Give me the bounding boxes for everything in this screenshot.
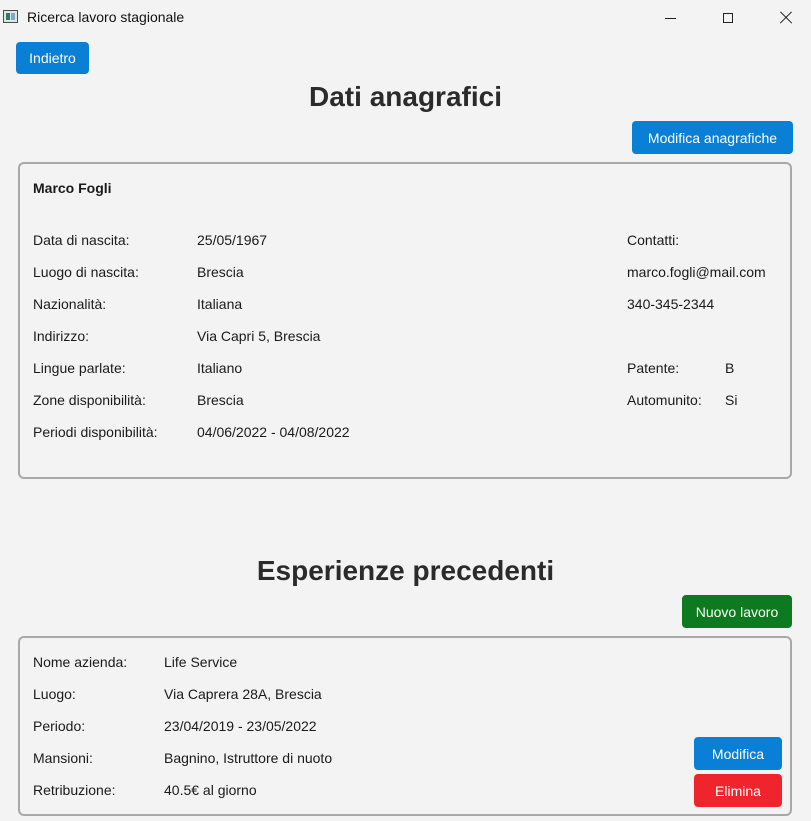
field-label: Mansioni: — [33, 750, 93, 766]
company-value: Life Service — [164, 654, 238, 670]
minimize-button[interactable] — [644, 0, 696, 36]
address-value: Via Capri 5, Brescia — [197, 328, 321, 344]
car-value: Si — [725, 392, 738, 408]
period-value: 23/04/2019 - 23/05/2022 — [164, 718, 317, 734]
field-label: Data di nascita: — [33, 232, 130, 248]
app-icon — [3, 10, 18, 23]
location-value: Via Caprera 28A, Brescia — [164, 686, 322, 702]
back-button[interactable]: Indietro — [16, 42, 89, 74]
field-label: Periodo: — [33, 718, 86, 734]
maximize-button[interactable] — [702, 0, 754, 36]
edit-job-button[interactable]: Modifica — [694, 737, 782, 770]
birth-date-value: 25/05/1967 — [197, 232, 268, 248]
personal-data-card: Marco Fogli Data di nascita: 25/05/1967 … — [18, 162, 792, 479]
job-card: Nome azienda: Life Service Luogo: Via Ca… — [18, 636, 792, 816]
duties-value: Bagnino, Istruttore di nuoto — [164, 750, 333, 766]
person-name: Marco Fogli — [33, 180, 112, 196]
nationality-value: Italiana — [197, 296, 243, 312]
contacts-label: Contatti: — [627, 232, 680, 248]
birth-place-value: Brescia — [197, 264, 244, 280]
languages-value: Italiano — [197, 360, 243, 376]
license-value: B — [725, 360, 735, 376]
new-job-button[interactable]: Nuovo lavoro — [682, 595, 792, 628]
experience-heading: Esperienze precedenti — [256, 555, 555, 586]
field-label: Periodi disponibilità: — [33, 424, 158, 440]
close-icon — [779, 11, 793, 25]
field-label: Nazionalità: — [33, 296, 107, 312]
field-label: Indirizzo: — [33, 328, 90, 344]
car-label: Automunito: — [627, 392, 702, 408]
delete-job-button[interactable]: Elimina — [694, 774, 782, 807]
personal-data-heading: Dati anagrafici — [309, 81, 502, 112]
maximize-icon — [723, 13, 733, 23]
close-button[interactable] — [760, 0, 811, 36]
periods-value: 04/06/2022 - 04/08/2022 — [197, 424, 350, 440]
field-label: Zone disponibilità: — [33, 392, 146, 408]
contact-email: marco.fogli@mail.com — [627, 264, 766, 280]
field-label: Lingue parlate: — [33, 360, 126, 376]
contact-phone: 340-345-2344 — [627, 296, 715, 312]
salary-value: 40.5€ al giorno — [164, 782, 257, 798]
window-title: Ricerca lavoro stagionale — [27, 9, 185, 25]
field-label: Luogo di nascita: — [33, 264, 139, 280]
window-titlebar: Ricerca lavoro stagionale — [0, 0, 811, 36]
zones-value: Brescia — [197, 392, 244, 408]
field-label: Nome azienda: — [33, 654, 128, 670]
license-label: Patente: — [627, 360, 680, 376]
field-label: Retribuzione: — [33, 782, 116, 798]
minimize-icon — [664, 17, 676, 19]
field-label: Luogo: — [33, 686, 76, 702]
edit-personal-data-button[interactable]: Modifica anagrafiche — [632, 121, 793, 154]
